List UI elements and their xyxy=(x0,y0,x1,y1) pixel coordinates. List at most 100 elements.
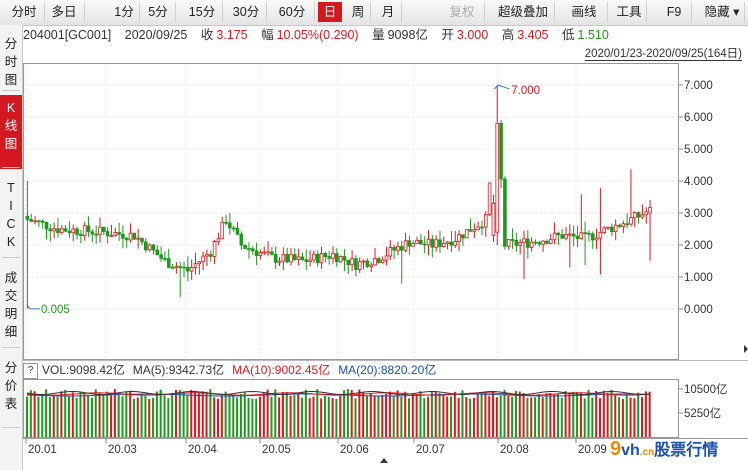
candle-body-63 xyxy=(266,251,270,254)
candle-body-11 xyxy=(67,230,72,234)
candle-body-6 xyxy=(48,228,53,232)
volume-bar-73 xyxy=(304,389,307,437)
volume-bar-26 xyxy=(125,392,128,437)
ma5-value: MA(5):9342.73亿 xyxy=(132,363,225,377)
volume-bar-126 xyxy=(507,395,510,437)
candle-body-87 xyxy=(357,261,362,270)
price-tick-label-6: 1.000 xyxy=(684,272,713,284)
candle-body-2 xyxy=(33,220,37,223)
candle-body-21 xyxy=(105,231,110,237)
help-icon[interactable]: ? xyxy=(23,362,38,379)
candle-body-109 xyxy=(441,243,446,247)
candle-body-97 xyxy=(396,246,400,251)
candle-body-136 xyxy=(545,240,549,244)
candle-body-147 xyxy=(587,232,591,235)
volume-bar-132 xyxy=(530,397,533,437)
volume-bar-107 xyxy=(434,391,437,437)
candle-body-141 xyxy=(564,233,568,239)
volume-bar-154 xyxy=(614,395,617,437)
volume-bar-95 xyxy=(388,391,391,437)
candle-body-8 xyxy=(56,228,60,234)
candle-body-30 xyxy=(140,237,144,243)
volume-bar-35 xyxy=(159,389,162,437)
candle-body-160 xyxy=(636,212,641,218)
volume-bar-10 xyxy=(64,389,67,437)
candle-body-92 xyxy=(377,258,381,263)
volume-bar-114 xyxy=(461,390,464,437)
candle-body-140 xyxy=(560,234,564,239)
volume-bar-0 xyxy=(26,396,28,437)
candle-body-1 xyxy=(29,219,34,222)
candle-body-86 xyxy=(354,258,358,270)
candle-body-153 xyxy=(610,226,614,233)
candle-body-114 xyxy=(461,234,465,239)
volume-bar-20 xyxy=(102,395,105,437)
volume-bar-69 xyxy=(289,395,292,437)
volume-bar-92 xyxy=(377,395,380,437)
site-logo: 9vh.cn股票行情 xyxy=(610,438,719,460)
candle-body-0 xyxy=(25,215,30,220)
volume-bar-72 xyxy=(301,397,304,437)
volume-bar-68 xyxy=(285,391,288,437)
candle-body-51 xyxy=(220,221,225,240)
candle-body-121 xyxy=(487,182,492,215)
candle-body-7 xyxy=(52,228,56,232)
candle-body-100 xyxy=(407,240,412,247)
candle-body-128 xyxy=(514,240,519,246)
candle-body-41 xyxy=(182,266,186,269)
volume-bar-61 xyxy=(259,396,262,437)
kline-chart[interactable]: 7.000 6.000 5.000 4.000 3.000 2.000 1.000 0.000… xyxy=(0,0,748,470)
volume-bar-55 xyxy=(236,397,239,437)
volume-bar-53 xyxy=(228,395,231,437)
volume-bar-149 xyxy=(595,390,598,437)
candle-body-16 xyxy=(86,225,91,233)
volume-bar-2 xyxy=(33,391,36,437)
volume-bar-102 xyxy=(415,394,418,437)
volume-bar-103 xyxy=(419,391,422,437)
candle-body-69 xyxy=(289,254,293,263)
candle-body-112 xyxy=(453,241,458,246)
candle-body-17 xyxy=(90,231,95,235)
volume-bar-153 xyxy=(610,389,613,437)
volume-bar-110 xyxy=(446,396,449,437)
volume-bar-43 xyxy=(190,389,193,437)
price-tick-label-5: 2.000 xyxy=(684,240,713,252)
volume-bar-108 xyxy=(438,393,441,437)
volume-bar-83 xyxy=(343,390,346,437)
candle-body-93 xyxy=(380,259,385,263)
candle-body-95 xyxy=(388,247,393,257)
candle-body-36 xyxy=(163,257,167,260)
candle-body-14 xyxy=(79,234,83,237)
price-tick-label-1: 6.000 xyxy=(684,112,713,124)
candle-body-85 xyxy=(350,258,354,266)
candle-body-123 xyxy=(495,123,500,233)
volume-bar-127 xyxy=(511,396,514,437)
vol-tick-label-1: 5250亿 xyxy=(684,407,721,420)
volume-bar-71 xyxy=(297,393,300,437)
candle-body-20 xyxy=(102,226,106,232)
volume-bar-64 xyxy=(270,396,273,437)
price-panel-frame xyxy=(23,63,679,360)
candle-body-155 xyxy=(617,224,622,227)
candle-body-129 xyxy=(518,242,522,246)
volume-bar-89 xyxy=(365,395,368,437)
volume-bar-98 xyxy=(400,396,403,437)
volume-bar-129 xyxy=(518,391,521,437)
volume-bar-34 xyxy=(155,391,158,437)
volume-bar-23 xyxy=(113,389,116,437)
candle-body-77 xyxy=(319,253,324,264)
candle-body-26 xyxy=(124,237,129,241)
volume-bar-139 xyxy=(556,393,559,437)
volume-bar-17 xyxy=(90,397,93,437)
volume-bar-80 xyxy=(331,398,334,437)
volume-bar-91 xyxy=(373,395,376,437)
candle-body-82 xyxy=(338,256,343,263)
candle-body-25 xyxy=(121,233,125,239)
candle-body-135 xyxy=(541,240,545,245)
volume-bar-159 xyxy=(633,398,636,437)
candle-body-76 xyxy=(315,253,320,264)
right-edge-marker xyxy=(744,345,748,353)
date-label-6: 20.08 xyxy=(500,444,529,456)
candle-body-134 xyxy=(537,242,542,245)
volume-bar-3 xyxy=(37,396,40,437)
